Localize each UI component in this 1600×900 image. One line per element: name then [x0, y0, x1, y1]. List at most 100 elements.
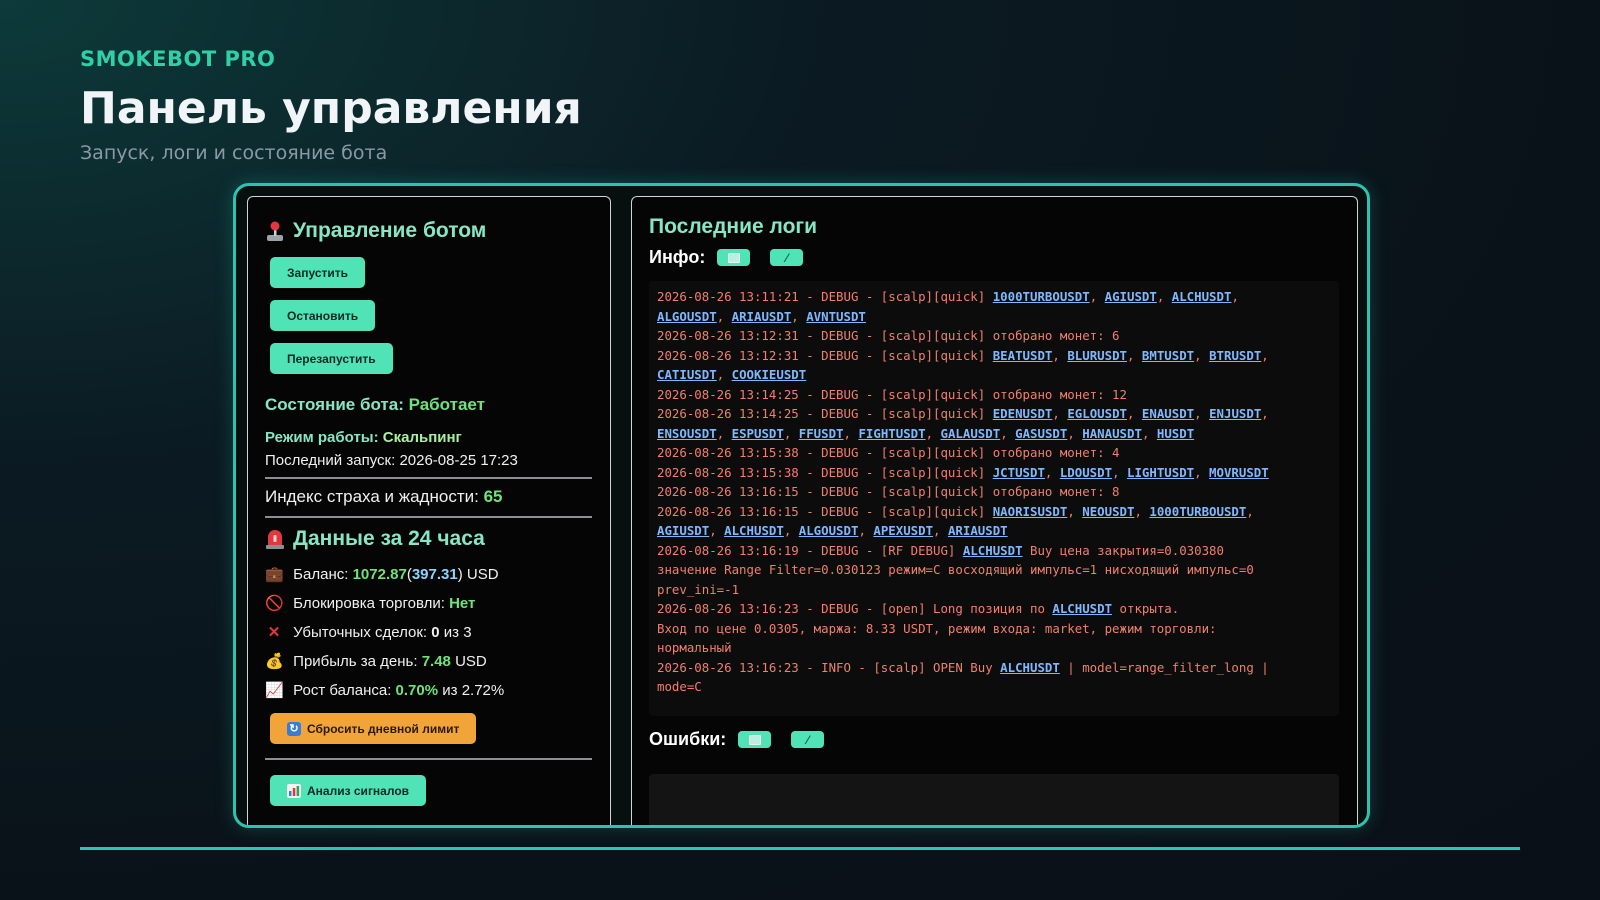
- log-line: 2026-08-26 13:15:38 - DEBUG - [scalp][qu…: [657, 443, 1331, 463]
- log-text: ,: [843, 425, 859, 441]
- symbol-link[interactable]: APEXUSDT: [873, 523, 933, 538]
- log-text: ,: [933, 523, 948, 538]
- signal-analysis-button[interactable]: Анализ сигналов: [270, 775, 427, 806]
- symbol-link[interactable]: AGIUSDT: [657, 523, 709, 538]
- log-text: ,: [1112, 464, 1127, 480]
- symbol-link[interactable]: FIGHTUSDT: [858, 426, 925, 441]
- symbol-link[interactable]: BLURUSDT: [1067, 348, 1127, 363]
- symbol-link[interactable]: ESPUSDT: [732, 426, 784, 441]
- symbol-link[interactable]: ENAUSDT: [1142, 406, 1194, 421]
- symbol-link[interactable]: AGIUSDT: [1105, 289, 1157, 304]
- log-text: ,: [1246, 503, 1254, 519]
- log-text: ,: [1134, 503, 1150, 519]
- symbol-link[interactable]: GALAUSDT: [941, 426, 1001, 441]
- prohibited-icon: 🚫: [265, 595, 284, 612]
- symbol-link[interactable]: LDOUSDT: [1060, 465, 1112, 480]
- log-text: ,: [1052, 347, 1068, 363]
- log-text: ,: [716, 308, 732, 324]
- fear-greed-value: 65: [483, 487, 503, 506]
- symbol-link[interactable]: HUSDT: [1157, 426, 1194, 441]
- symbol-link[interactable]: ALCHUSDT: [1000, 660, 1060, 675]
- log-text: 2026-08-26 13:16:15 - DEBUG - [scalp][qu…: [657, 484, 1120, 499]
- symbol-link[interactable]: ALGOUSDT: [657, 309, 717, 324]
- bot-control-panel: Управление ботом Запустить Остановить Пе…: [247, 196, 611, 825]
- log-text: 2026-08-26 13:14:25 - DEBUG - [scalp][qu…: [657, 386, 1127, 402]
- symbol-link[interactable]: NEOUSDT: [1082, 504, 1134, 519]
- balance-unit: ) USD: [457, 566, 499, 583]
- balance-sub-value: 397.31: [411, 566, 458, 583]
- symbol-link[interactable]: BTRUSDT: [1209, 348, 1261, 363]
- bar-chart-icon: [287, 783, 301, 798]
- clear-info-logs-button[interactable]: ⁄: [770, 249, 804, 266]
- symbol-link[interactable]: COOKIEUSDT: [732, 367, 807, 382]
- symbol-link[interactable]: GASUSDT: [1015, 426, 1067, 441]
- log-text: 2026-08-26 13:11:21 - DEBUG - [scalp][qu…: [657, 289, 993, 304]
- chart-up-icon: 📈: [265, 682, 284, 699]
- log-text: ,: [1261, 347, 1269, 363]
- info-logs-output[interactable]: 2026-08-26 13:11:21 - DEBUG - [scalp][qu…: [649, 281, 1339, 716]
- log-text: 2026-08-26 13:15:38 - DEBUG - [scalp][qu…: [657, 445, 1120, 460]
- bot-state-value: Работает: [408, 395, 485, 414]
- start-button[interactable]: Запустить: [270, 257, 365, 288]
- log-text: 2026-08-26 13:14:25 - DEBUG - [scalp][qu…: [657, 406, 993, 421]
- copy-error-logs-button[interactable]: [738, 731, 772, 748]
- symbol-link[interactable]: ENSOUSDT: [657, 426, 717, 441]
- symbol-link[interactable]: ARIAUSDT: [948, 523, 1008, 538]
- symbol-link[interactable]: NAORISUSDT: [993, 504, 1068, 519]
- symbol-link[interactable]: CATIUSDT: [657, 367, 717, 382]
- stop-button[interactable]: Остановить: [270, 300, 376, 331]
- log-text: ,: [1231, 289, 1239, 304]
- log-text: ,: [1052, 406, 1068, 421]
- losing-trades-total: из 3: [443, 624, 472, 641]
- symbol-link[interactable]: AVNTUSDT: [806, 309, 866, 324]
- log-line: 2026-08-26 13:16:19 - DEBUG - [RF DEBUG]…: [657, 541, 1331, 600]
- symbol-link[interactable]: HANAUSDT: [1082, 426, 1142, 441]
- trade-lock-value: Нет: [449, 595, 476, 612]
- symbol-link[interactable]: ALCHUSDT: [1172, 289, 1232, 304]
- symbol-link[interactable]: 1000TURBOUSDT: [1149, 504, 1246, 519]
- balance-label: Баланс:: [293, 566, 349, 583]
- symbol-link[interactable]: ALCHUSDT: [724, 523, 784, 538]
- symbol-link[interactable]: BMTUSDT: [1142, 348, 1194, 363]
- log-text: ,: [1067, 503, 1083, 519]
- symbol-link[interactable]: ARIAUSDT: [732, 309, 792, 324]
- balance-growth-total: из 2.72%: [442, 682, 505, 699]
- log-text: 2026-08-26 13:16:19 - DEBUG - [RF DEBUG]: [657, 542, 963, 558]
- log-text: ,: [1194, 347, 1210, 363]
- log-text: ,: [1127, 406, 1142, 421]
- symbol-link[interactable]: FFUSDT: [799, 426, 844, 441]
- control-title: Управление ботом: [293, 219, 487, 242]
- log-text: ,: [1194, 464, 1210, 480]
- symbol-link[interactable]: ENJUSDT: [1209, 406, 1261, 421]
- log-text: 2026-08-26 13:12:31 - DEBUG - [scalp][qu…: [657, 347, 993, 363]
- reset-daily-limit-button[interactable]: ↻ Сбросить дневной лимит: [270, 713, 477, 744]
- symbol-link[interactable]: EDENUSDT: [993, 406, 1053, 421]
- log-text: ,: [1089, 289, 1105, 304]
- clear-error-logs-button[interactable]: ⁄: [791, 731, 825, 748]
- balance-growth-row: 📈 Рост баланса: 0.70% из 2.72%: [265, 681, 504, 699]
- log-text: ,: [791, 308, 807, 324]
- symbol-link[interactable]: 1000TURBOUSDT: [993, 289, 1090, 304]
- symbol-link[interactable]: ALCHUSDT: [1052, 601, 1112, 616]
- log-text: ,: [783, 425, 799, 441]
- log-line: 2026-08-26 13:11:21 - DEBUG - [scalp][qu…: [657, 287, 1331, 326]
- log-text: ,: [1156, 289, 1172, 304]
- losing-trades-value: 0: [431, 624, 440, 641]
- page-title: Панель управления: [80, 83, 582, 134]
- log-text: ,: [1000, 425, 1016, 441]
- restart-button[interactable]: Перезапустить: [270, 343, 393, 374]
- copy-info-logs-button[interactable]: [717, 249, 751, 266]
- symbol-link[interactable]: LIGHTUSDT: [1127, 465, 1194, 480]
- symbol-link[interactable]: BEATUSDT: [993, 348, 1053, 363]
- footer-divider: [80, 847, 1520, 850]
- error-logs-output[interactable]: [649, 774, 1339, 825]
- trade-lock-label: Блокировка торговли:: [293, 595, 445, 612]
- log-text: ,: [1141, 425, 1157, 441]
- symbol-link[interactable]: ALCHUSDT: [963, 543, 1023, 558]
- symbol-link[interactable]: MOVRUSDT: [1209, 465, 1269, 480]
- balance-row: 💼 Баланс: 1072.87(397.31) USD: [265, 565, 499, 583]
- symbol-link[interactable]: ALGOUSDT: [799, 523, 859, 538]
- logs-panel: Последние логи Инфо: ⁄ 2026-08-26 13:11:…: [631, 196, 1358, 825]
- symbol-link[interactable]: EGLOUSDT: [1067, 406, 1127, 421]
- symbol-link[interactable]: JCTUSDT: [993, 465, 1045, 480]
